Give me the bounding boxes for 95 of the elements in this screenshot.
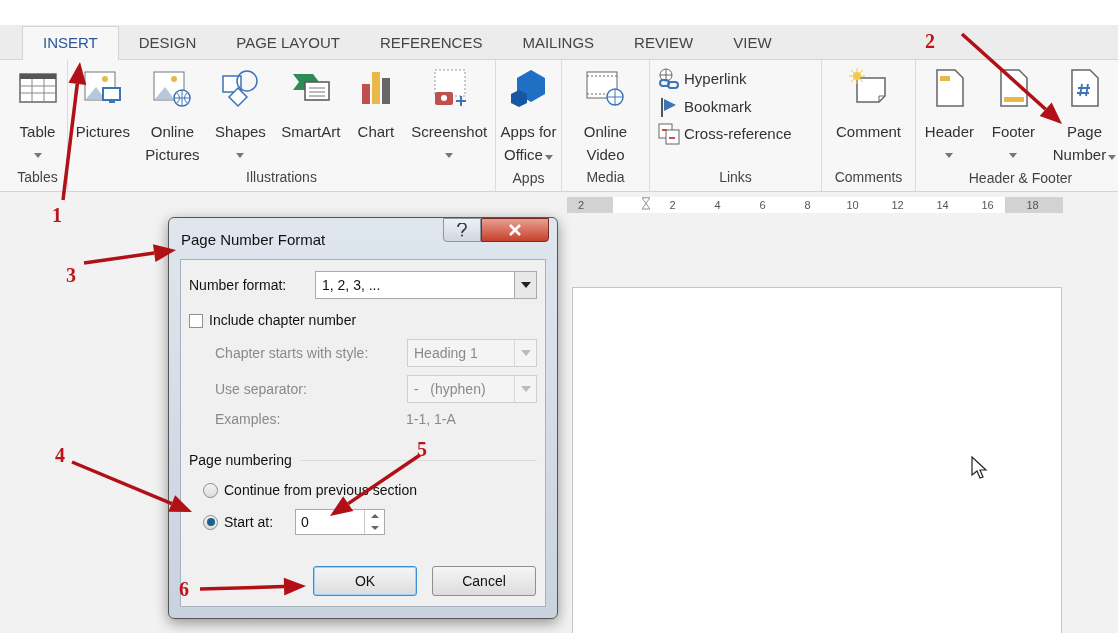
field-label: Examples: [215,410,282,429]
annotation-number: 6 [179,578,189,600]
examples-value: 1-1, 1-A [406,410,456,429]
caret-icon [33,152,42,158]
field-label: Use separator: [215,379,307,399]
ribbon-button-label: Footer [991,122,1036,142]
ruler-number: 16 [980,197,995,213]
ribbon-tab[interactable]: VIEW [713,26,792,60]
ribbon-button-label: Apps for Office [500,122,557,165]
annotation-number: 4 [55,444,65,466]
ribbon-button[interactable]: Page Number [1049,60,1118,168]
annotation-number: 5 [417,438,427,460]
caret-icon [1009,152,1018,158]
ribbon-button-label: Screenshot [411,122,488,142]
cross-reference-icon [658,123,680,146]
help-icon [456,223,468,237]
ribbon-button-label: Online Pictures [145,122,200,165]
annotation-number: 3 [66,264,76,286]
ribbon-button[interactable]: Footer [988,60,1039,168]
checkbox-label: Include chapter number [209,311,357,330]
ribbon-button-label: Comment [836,122,901,142]
ribbon-small-button[interactable]: Cross-reference [658,123,792,146]
ribbon-tab[interactable]: INSERT [22,26,119,60]
radio-button[interactable] [203,514,218,530]
field-label: Chapter starts with style: [215,343,369,363]
ruler-number: 8 [803,197,812,213]
group-label: Illustrations [245,168,318,187]
group-label: Apps [511,168,546,188]
ribbon-tab[interactable]: PAGE LAYOUT [216,26,360,60]
ribbon-tab[interactable]: REVIEW [614,26,714,60]
dialog-button[interactable]: Cancel [432,566,536,596]
picture-globe-icon [152,68,193,108]
field-label: Number format: [189,275,287,295]
group-label: Tables [16,168,59,187]
ribbon-button-label: SmartArt [281,122,341,142]
ribbon-button[interactable]: Shapes [211,60,269,167]
ribbon-button-label: Table [19,122,56,142]
ribbon-button[interactable]: Table [14,60,61,167]
ruler-number: 2 [668,197,677,213]
ruler-number: 6 [758,197,767,213]
ribbon-small-button[interactable]: Hyperlink [658,68,747,91]
ribbon-button[interactable]: Online Pictures [142,60,203,167]
ribbon-tab[interactable]: MAILINGS [502,26,615,60]
dropdown-arrow-icon [520,386,531,392]
ribbon-button[interactable]: SmartArt [278,60,344,167]
ribbon-button[interactable]: Comment [833,60,904,167]
ribbon-button[interactable]: Chart [352,60,399,167]
ribbon-button[interactable]: Screenshot [408,60,491,167]
dropdown-arrow-icon [520,282,531,288]
annotation-number: 1 [52,204,62,226]
caret-icon [1108,155,1117,161]
ruler-number: 2 [576,197,586,213]
radio-button[interactable] [203,483,218,498]
ribbon-small-button[interactable]: Bookmark [658,95,752,118]
ruler-number: 12 [890,197,905,213]
ruler-number: 4 [713,197,722,213]
checkbox[interactable] [189,313,203,328]
radio-label: Start at: [224,512,274,532]
ribbon-button[interactable]: Header [921,60,978,168]
group-label: Media [585,168,626,187]
dropdown-arrow-icon [520,350,531,356]
close-icon [508,224,522,236]
ribbon-button[interactable]: Online Video [580,60,631,167]
ribbon-button-label: Chart [357,122,395,142]
ribbon-button-label: Shapes [214,122,266,142]
ruler-number: 18 [1025,197,1040,213]
ribbon-button-label: Online Video [583,122,628,165]
radio-label: Continue from previous section [224,481,417,500]
mouse-pointer-icon [971,456,989,480]
close-button[interactable] [481,218,549,242]
dialog-title: Page Number Format [181,230,326,250]
ruler-number: 10 [845,197,860,213]
ribbon-button-label: Header [924,122,975,142]
caret-icon [445,152,454,158]
help-button[interactable] [443,218,481,242]
ribbon-tab[interactable]: REFERENCES [359,26,503,60]
ribbon-tab[interactable]: DESIGN [118,26,217,60]
dialog-button[interactable]: OK [313,566,417,596]
caret-icon [945,152,954,158]
caret-icon [236,152,245,158]
group-label: Links [718,168,753,187]
ribbon-button[interactable]: Apps for Office [497,60,560,168]
annotation-number: 2 [925,30,935,52]
ribbon-button-label: Pictures [75,122,130,142]
group-label: Header & Footer [967,168,1074,188]
caret-icon [544,155,553,161]
ribbon-button-label: Page Number [1052,120,1117,168]
group-label: Comments [833,168,904,187]
section-title: Page numbering [189,451,292,470]
spin-field[interactable]: 0 [295,509,386,535]
shapes-icon [220,68,261,108]
number-format-select[interactable]: 1, 2, 3, ... [315,271,537,299]
ruler-number: 14 [935,197,950,213]
hyperlink-icon [658,68,680,91]
video-icon [585,68,626,108]
